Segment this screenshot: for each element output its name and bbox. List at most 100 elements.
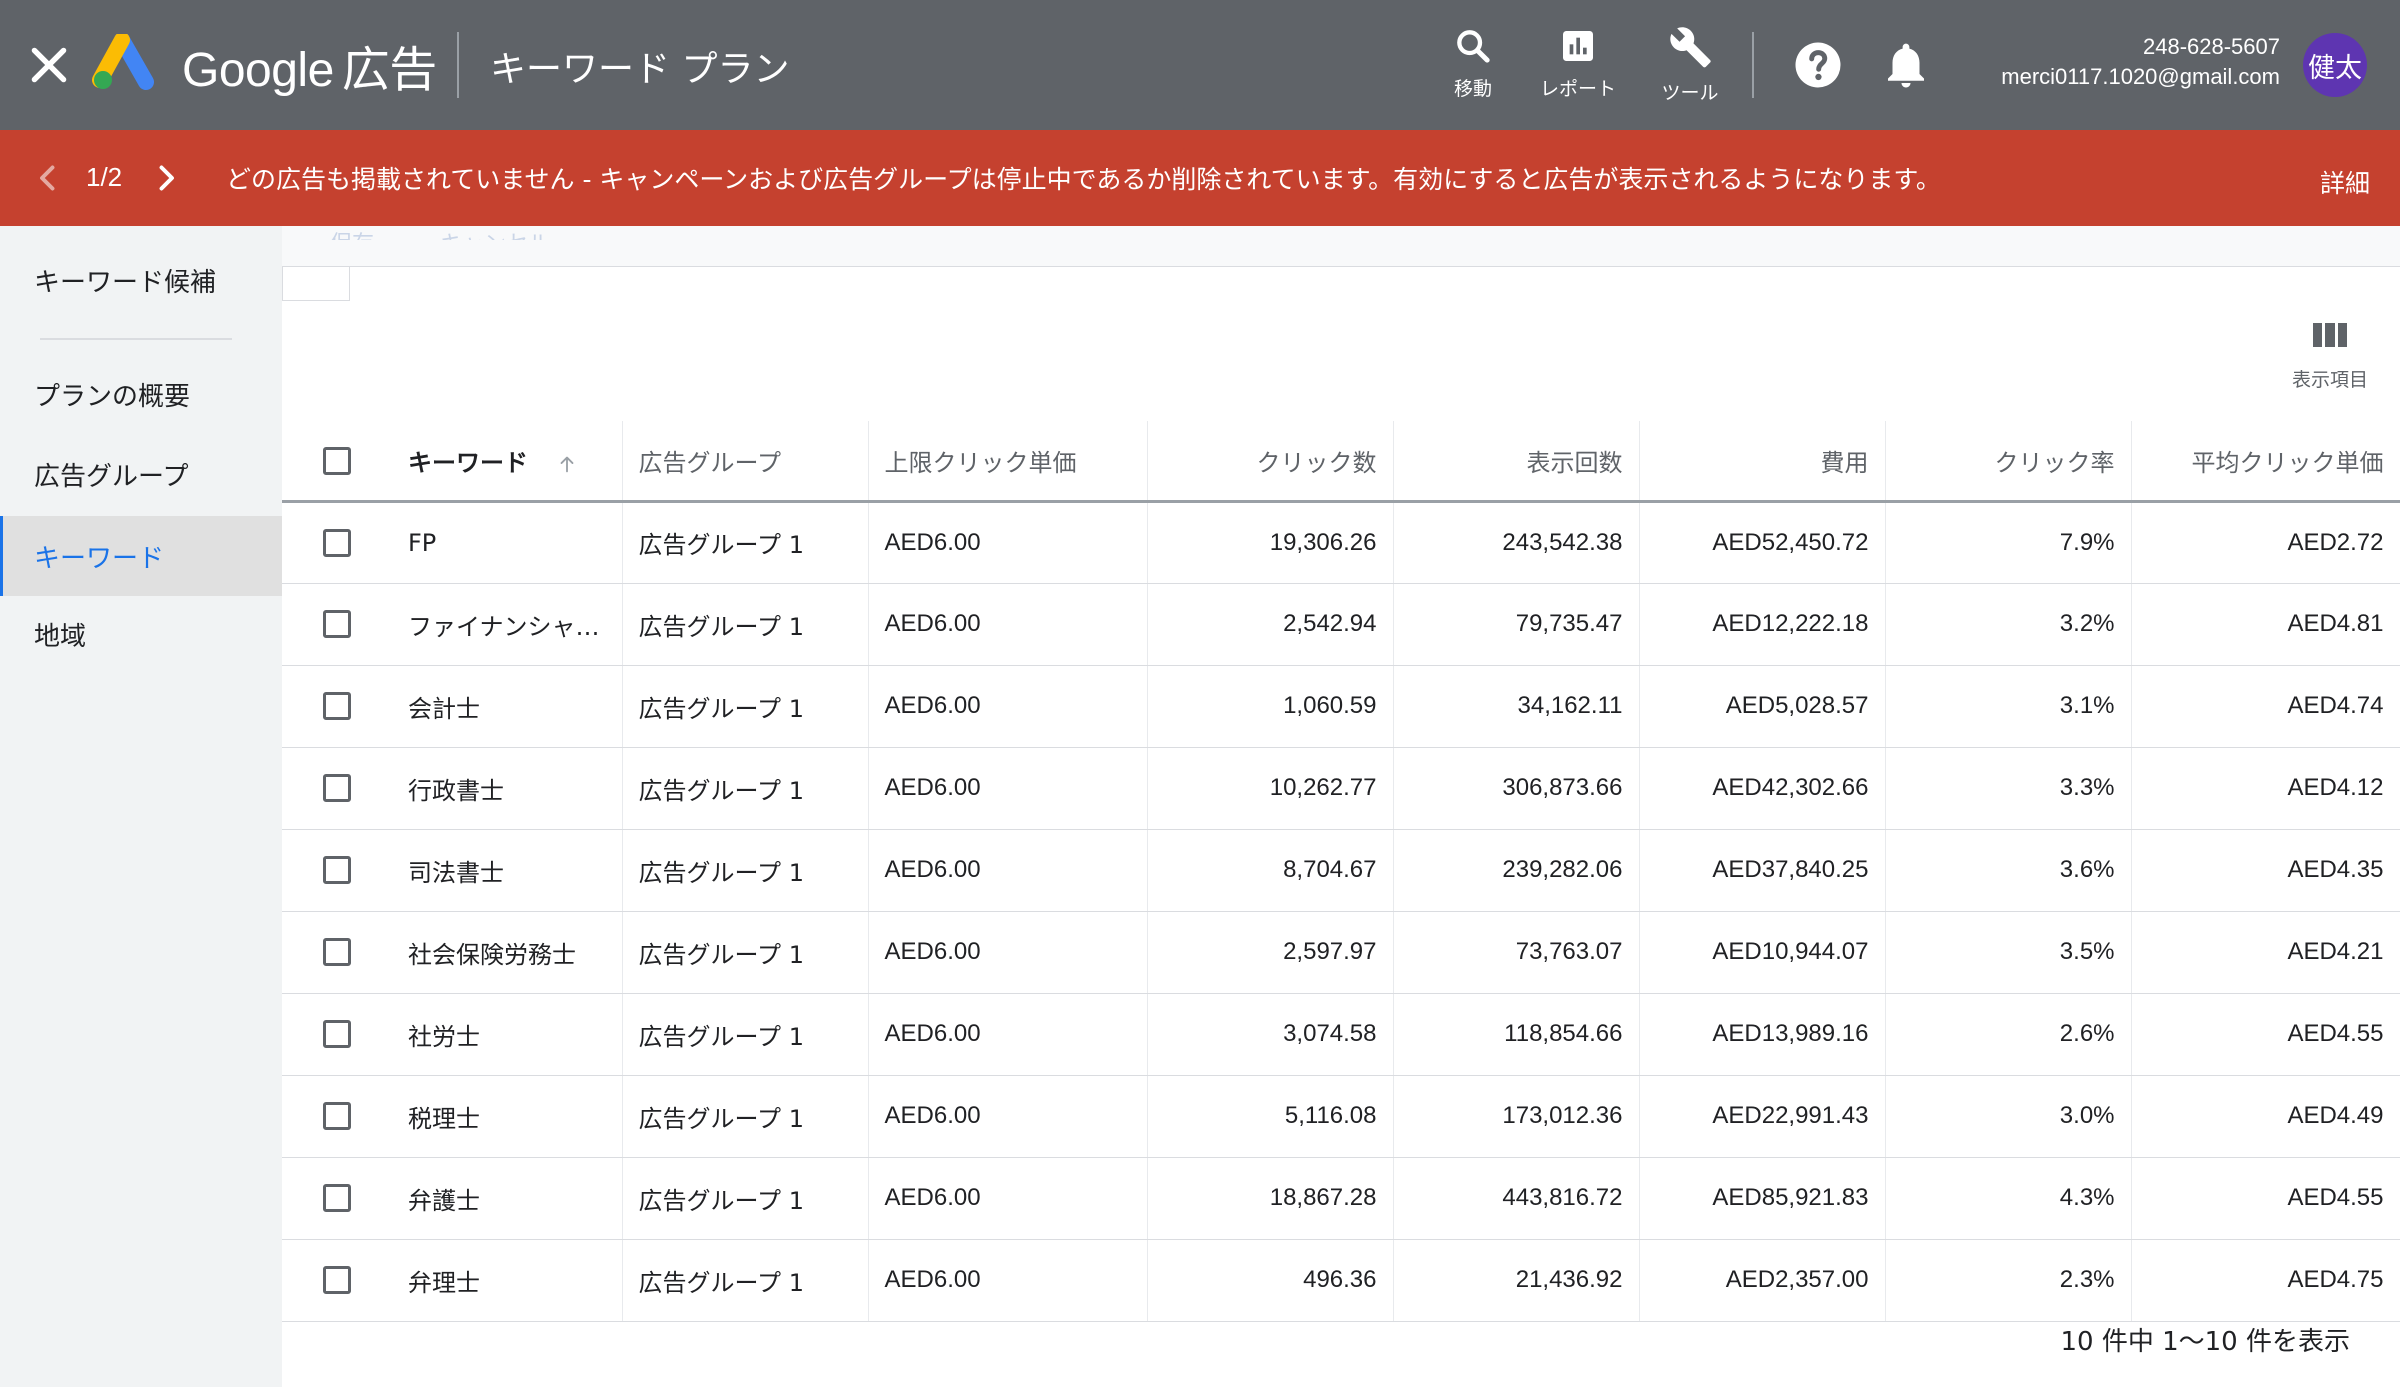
ctr-cell: 7.9% [1885,501,2132,584]
row-checkbox-cell [282,1075,392,1158]
column-header-avg-cpc[interactable]: 平均クリック単価 [2131,421,2400,503]
row-checkbox[interactable] [323,938,351,967]
column-header-ad-group[interactable]: 広告グループ [622,421,869,503]
table-row[interactable]: 行政書士 広告グループ 1 AED6.00 10,262.77 306,873.66 AE… [282,747,2400,830]
ad-group-cell: 広告グループ 1 [622,501,869,584]
table-row[interactable]: 社会保険労務士 広告グループ 1 AED6.00 2,597.97 73,763.07 A… [282,911,2400,994]
max-cpc-cell[interactable]: AED6.00 [868,1075,1148,1158]
table-row[interactable]: 司法書士 広告グループ 1 AED6.00 8,704.67 239,282.06 AED… [282,829,2400,912]
close-icon[interactable] [24,40,74,90]
row-checkbox-cell [282,829,392,912]
max-cpc-cell[interactable]: AED6.00 [868,747,1148,830]
table-row[interactable]: FP 広告グループ 1 AED6.00 19,306.26 243,542.38 AED5… [282,501,2400,584]
keyword-cell[interactable]: 社労士 [392,993,623,1076]
impressions-cell: 239,282.06 [1393,829,1640,912]
avg-cpc-cell: AED4.55 [2131,993,2400,1076]
row-checkbox[interactable] [323,856,351,885]
max-cpc-cell[interactable]: AED6.00 [868,1157,1148,1240]
ctr-cell: 2.6% [1885,993,2132,1076]
ctr-cell: 4.3% [1885,1157,2132,1240]
row-checkbox[interactable] [323,1102,351,1131]
keyword-cell[interactable]: FP [392,501,623,584]
ctr-cell: 3.1% [1885,665,2132,748]
collapsed-tab[interactable] [282,267,350,301]
clicks-cell: 5,116.08 [1147,1075,1394,1158]
row-checkbox-cell [282,665,392,748]
cost-cell: AED12,222.18 [1639,583,1886,666]
avg-cpc-cell: AED2.72 [2131,501,2400,584]
navigate-button[interactable]: 移動 [1418,20,1528,110]
column-header-max-cpc[interactable]: 上限クリック単価 [868,421,1148,503]
keyword-cell[interactable]: 弁理士 [392,1239,623,1322]
table-row[interactable]: 弁護士 広告グループ 1 AED6.00 18,867.28 443,816.72 AED… [282,1157,2400,1240]
table-row[interactable]: 税理士 広告グループ 1 AED6.00 5,116.08 173,012.36 AED2… [282,1075,2400,1158]
chevron-left-icon[interactable] [30,160,66,196]
sidebar-item-locations[interactable]: 地域 [0,594,282,674]
max-cpc-cell[interactable]: AED6.00 [868,665,1148,748]
row-checkbox[interactable] [323,1266,351,1295]
keywords-table-body: FP 広告グループ 1 AED6.00 19,306.26 243,542.38 AED5… [282,501,2400,1322]
reports-button[interactable]: レポート [1523,20,1633,110]
sidebar-item-keywords[interactable]: キーワード [0,516,282,596]
keyword-cell[interactable]: 会計士 [392,665,623,748]
column-header-clicks[interactable]: クリック数 [1147,421,1394,503]
max-cpc-cell[interactable]: AED6.00 [868,1239,1148,1322]
ctr-cell: 3.0% [1885,1075,2132,1158]
keyword-cell[interactable]: 税理士 [392,1075,623,1158]
clicks-cell: 8,704.67 [1147,829,1394,912]
table-row[interactable]: 会計士 広告グループ 1 AED6.00 1,060.59 34,162.11 AED5,… [282,665,2400,748]
columns-button[interactable]: 表示項目 [2282,321,2378,392]
cost-cell: AED2,357.00 [1639,1239,1886,1322]
row-checkbox[interactable] [323,610,351,639]
table-row[interactable]: 社労士 広告グループ 1 AED6.00 3,074.58 118,854.66 AED1… [282,993,2400,1076]
cost-cell: AED85,921.83 [1639,1157,1886,1240]
alert-details-link[interactable]: 詳細 [2320,164,2370,200]
sidebar-item-ad-groups[interactable]: 広告グループ [0,434,282,514]
select-all-checkbox[interactable] [323,446,351,475]
chevron-right-icon[interactable] [148,160,184,196]
clicks-cell: 1,060.59 [1147,665,1394,748]
avatar[interactable]: 健太 [2303,33,2367,97]
account-info[interactable]: 248-628-5607 merci0117.1020@gmail.com [2001,32,2280,92]
row-checkbox[interactable] [323,774,351,803]
tools-label: ツール [1661,82,1719,104]
page-title: キーワード プラン [490,49,790,90]
impressions-cell: 173,012.36 [1393,1075,1640,1158]
main-content: 保存 キャンセル 表示項目 キーワード [282,226,2400,1387]
row-checkbox[interactable] [323,528,351,557]
keyword-cell[interactable]: 行政書士 [392,747,623,830]
table-row[interactable]: 弁理士 広告グループ 1 AED6.00 496.36 21,436.92 AED2,35… [282,1239,2400,1322]
column-header-keyword[interactable]: キーワード [392,421,623,503]
max-cpc-cell[interactable]: AED6.00 [868,911,1148,994]
avg-cpc-cell: AED4.74 [2131,665,2400,748]
column-header-cost[interactable]: 費用 [1639,421,1886,503]
max-cpc-cell[interactable]: AED6.00 [868,583,1148,666]
reports-label: レポート [1539,78,1616,100]
tools-button[interactable]: ツール [1635,20,1745,110]
table-row[interactable]: ファイナンシャル… 広告グループ 1 AED6.00 2,542.94 79,735.4… [282,583,2400,666]
avg-cpc-cell: AED4.35 [2131,829,2400,912]
max-cpc-cell[interactable]: AED6.00 [868,501,1148,584]
max-cpc-cell[interactable]: AED6.00 [868,829,1148,912]
keyword-cell[interactable]: 弁護士 [392,1157,623,1240]
sidebar-item-keyword-ideas[interactable]: キーワード候補 [0,240,282,320]
max-cpc-cell[interactable]: AED6.00 [868,993,1148,1076]
clicks-cell: 18,867.28 [1147,1157,1394,1240]
notifications-bell-icon[interactable] [1879,38,1933,92]
sidebar-item-plan-overview[interactable]: プランの概要 [0,354,282,434]
help-icon[interactable] [1791,38,1845,92]
clicks-cell: 3,074.58 [1147,993,1394,1076]
row-checkbox[interactable] [323,1184,351,1213]
row-checkbox[interactable] [323,692,351,721]
keyword-cell[interactable]: 司法書士 [392,829,623,912]
ctr-cell: 3.2% [1885,583,2132,666]
column-header-impressions[interactable]: 表示回数 [1393,421,1640,503]
column-header-ctr[interactable]: クリック率 [1885,421,2132,503]
row-checkbox[interactable] [323,1020,351,1049]
row-checkbox-cell [282,747,392,830]
keyword-cell[interactable]: ファイナンシャル… [392,583,623,666]
keyword-cell[interactable]: 社会保険労務士 [392,911,623,994]
ctr-cell: 2.3% [1885,1239,2132,1322]
sidebar-item-label: プランの概要 [34,381,191,412]
ad-group-cell: 広告グループ 1 [622,665,869,748]
